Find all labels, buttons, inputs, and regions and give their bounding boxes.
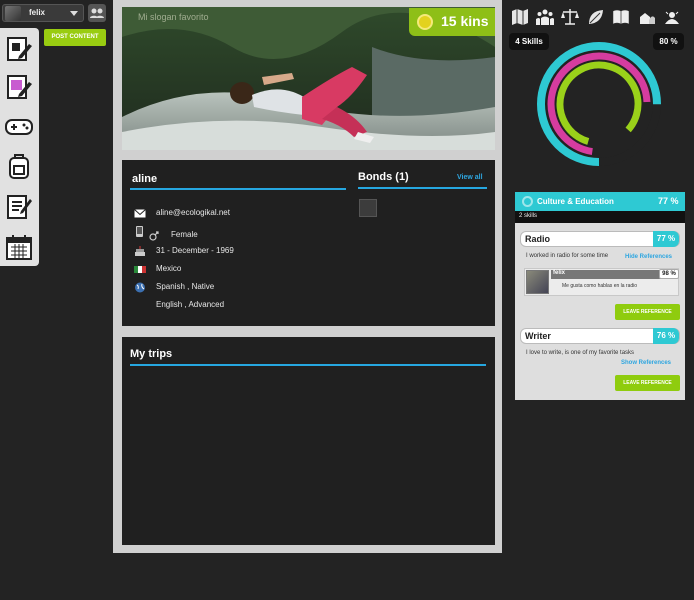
chevron-down-icon [70,11,78,16]
show-references-link[interactable]: Show References [621,360,671,366]
bonds-title: Bonds (1) [358,171,409,183]
profile-slogan: Mi slogan favorito [138,12,209,22]
people-icon [90,8,104,18]
gamepad-icon[interactable] [4,112,34,142]
justice-scale-icon[interactable] [561,8,579,26]
profile-email: aline@ecologikal.net [156,208,230,217]
skills-count-bar: 2 skills [515,211,685,223]
contacts-button[interactable] [88,4,106,22]
section-divider [130,188,346,190]
leave-reference-button[interactable]: LEAVE REFERENCE [615,375,680,391]
skill-card-radio[interactable]: Radio 77 % [520,231,680,247]
skill-percent: 76 % [653,328,679,344]
culture-icon [522,196,533,207]
section-divider [358,187,487,189]
skills-count-label: 2 skills [519,213,538,219]
farm-icon[interactable] [638,8,656,26]
kins-coin-icon [417,14,433,30]
trips-title: My trips [130,348,173,360]
skills-rings-chart [537,42,661,166]
tool-sidebar [0,28,39,266]
profile-gender: Female [171,230,198,239]
birthday-cake-icon [135,246,145,256]
calendar-icon[interactable] [4,232,34,262]
phone-icon [136,226,143,237]
kins-badge: 15 kins [409,8,495,36]
skill-card-writer[interactable]: Writer 76 % [520,328,680,344]
category-skills-panel: Culture & Education 77 % 2 skills Radio … [515,192,685,400]
map-icon[interactable] [511,8,529,26]
backpack-icon[interactable] [4,151,34,181]
gender-icon [149,231,159,241]
post-content-button[interactable]: POST CONTENT [44,29,106,46]
user-menu[interactable]: felix [2,4,84,22]
edit-document-icon[interactable] [4,191,34,221]
reference-author[interactable]: felix [553,270,565,276]
spiritual-icon[interactable] [663,8,681,26]
profile-language-native: Spanish , Native [156,282,215,291]
leave-reference-button[interactable]: LEAVE REFERENCE [615,304,680,320]
skill-name: Writer [525,331,551,341]
hide-references-link[interactable]: Hide References [625,254,672,260]
category-percent: 77 % [658,196,679,206]
reference-header: felix [551,270,669,279]
profile-language-second: English , Advanced [156,300,225,309]
user-avatar [5,6,21,21]
book-icon[interactable] [612,8,630,26]
reference-text: Me gusta como hablas en la radio [562,283,638,289]
profile-info-panel: aline Bonds (1) View all aline@ecologika… [122,160,495,326]
globe-icon [135,282,145,293]
view-all-bonds-link[interactable]: View all [457,174,483,181]
skill-description: I worked in radio for some time [526,253,609,259]
skill-description: I love to write, is one of my favorite t… [526,350,635,356]
category-header[interactable]: Culture & Education 77 % [515,192,685,211]
reference-percent: 98 % [659,269,679,279]
section-divider [130,364,486,366]
kins-value: 15 kins [441,13,489,29]
mexico-flag-icon [134,266,146,273]
skill-percent: 77 % [653,231,679,247]
bond-avatar[interactable] [359,199,377,217]
community-icon[interactable] [536,8,554,26]
reference-avatar[interactable] [526,270,549,294]
envelope-icon [134,209,146,218]
trips-panel: My trips [122,337,495,545]
leaf-icon[interactable] [587,8,605,26]
portfolio-edit-icon[interactable] [4,72,34,102]
profile-name: aline [132,173,158,185]
category-title: Culture & Education [537,197,614,206]
user-name: felix [29,8,46,17]
profile-birthdate: 31 - December - 1969 [156,246,234,255]
profile-country: Mexico [156,264,182,273]
skill-name: Radio [525,234,551,244]
write-note-icon[interactable] [4,34,34,64]
reference-card: felix 98 % Me gusta como hablas en la ra… [524,268,679,296]
